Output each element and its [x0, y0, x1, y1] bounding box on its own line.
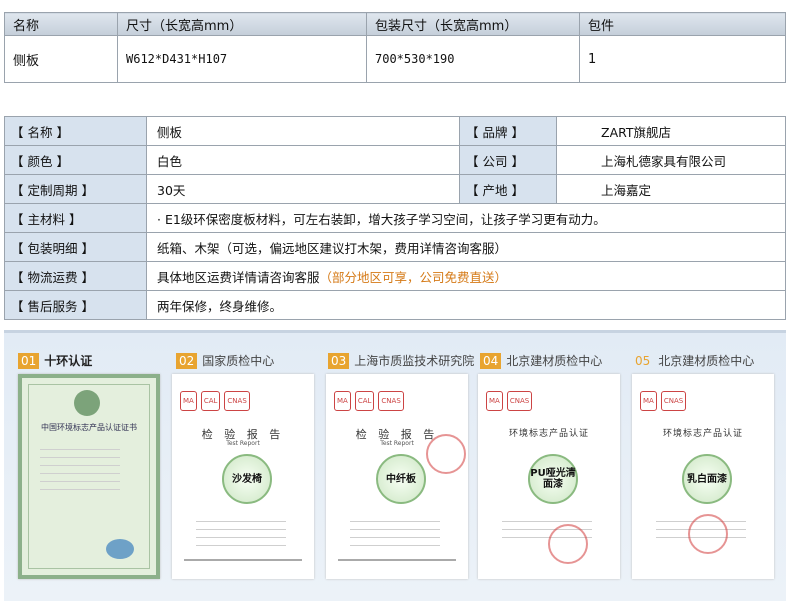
service-label: 【 售后服务 】 [4, 290, 147, 320]
report-subtitle: Test Report [226, 440, 260, 447]
cert-logos: MA CAL CNAS [180, 390, 306, 412]
cnas-logo-icon: CNAS [660, 391, 687, 411]
cycle-value: 30天 [146, 174, 460, 204]
stamp-icon [106, 539, 134, 559]
package-value: 纸箱、木架（可选，偏远地区建议打木架，费用详情咨询客服） [146, 232, 786, 262]
cert-title: 十环认证 [44, 354, 93, 368]
brand-label: 【 品牌 】 [459, 116, 557, 146]
cell-name: 侧板 [4, 35, 118, 83]
report-footer [338, 559, 456, 561]
report-text-lines [350, 514, 440, 553]
origin-value: 上海嘉定 [556, 174, 786, 204]
cert-logos: MA CNAS [486, 390, 612, 412]
name-label: 【 名称 】 [4, 116, 147, 146]
cert-heading-2: 02 国家质检中心 [176, 352, 274, 369]
cert-title: 北京建材质检中心 [506, 354, 603, 368]
cycle-label: 【 定制周期 】 [4, 174, 147, 204]
red-seal-icon [426, 434, 466, 474]
report-title: 环境标志产品认证 [662, 429, 743, 439]
cert-title: 上海市质监技术研究院 [354, 354, 475, 368]
green-certificate-image: 中国环境标志产品认证证书 [18, 374, 160, 579]
cert-title: 北京建材质检中心 [658, 354, 755, 368]
material-value: · E1级环保密度板材料，可左右装卸，增大孩子学习空间，让孩子学习更有动力。 [146, 203, 786, 233]
cert-heading-1: 01 十环认证 [18, 352, 92, 369]
cert-number: 05 [635, 353, 651, 368]
product-stamp: 沙发椅 [222, 454, 272, 504]
cert-title: 国家质检中心 [202, 354, 275, 368]
cma-logo-icon: MA [180, 391, 197, 411]
product-stamp: 乳白面漆 [682, 454, 732, 504]
shipping-cell: 具体地区运费详情请咨询客服（部分地区可享，公司免费直送） [146, 261, 786, 291]
red-seal-icon [688, 514, 728, 554]
test-report-image-2: MA CAL CNAS 检 验 报 告 Test Report 中纤板 [326, 374, 468, 579]
test-report-image-4: MA CNAS 环境标志产品认证 乳白面漆 [632, 374, 774, 579]
cal-logo-icon: CAL [200, 391, 221, 411]
cell-pieces: 1 [579, 35, 786, 83]
report-text-lines [196, 514, 286, 553]
report-footer [184, 559, 302, 561]
color-label: 【 颜色 】 [4, 145, 147, 175]
service-value: 两年保修，终身维修。 [146, 290, 786, 320]
cert-heading-3: 03 上海市质监技术研究院 [328, 352, 474, 369]
package-label: 【 包装明细 】 [4, 232, 147, 262]
cnas-logo-icon: CNAS [378, 391, 404, 411]
name-value: 侧板 [146, 116, 460, 146]
cell-size: W612*D431*H107 [117, 35, 367, 83]
header-size: 尺寸（长宽高mm） [117, 12, 367, 36]
header-package-size: 包装尺寸（长宽高mm） [366, 12, 580, 36]
cma-logo-icon: MA [334, 391, 351, 411]
color-value: 白色 [146, 145, 460, 175]
origin-label: 【 产地 】 [459, 174, 557, 204]
material-label: 【 主材料 】 [4, 203, 147, 233]
cnas-logo-icon: CNAS [224, 391, 250, 411]
cert-number: 04 [480, 352, 502, 369]
emblem-icon [74, 390, 100, 416]
cert-heading-4: 04 北京建材质检中心 [480, 352, 602, 369]
cert-number: 02 [176, 352, 198, 369]
product-stamp: 中纤板 [376, 454, 426, 504]
shipping-value: 具体地区运费详情请咨询客服 [157, 269, 320, 285]
test-report-image-3: MA CNAS 环境标志产品认证 PU哑光清面漆 [478, 374, 620, 579]
red-seal-icon [548, 524, 588, 564]
shipping-highlight: （部分地区可享，公司免费直送） [319, 269, 508, 285]
header-pieces: 包件 [579, 12, 786, 36]
cnas-logo-icon: CNAS [506, 391, 533, 411]
certificate-title: 中国环境标志产品认证证书 [41, 423, 137, 432]
cert-number: 03 [328, 352, 350, 369]
company-value: 上海札德家具有限公司 [556, 145, 786, 175]
certificate-text-lines [40, 442, 120, 497]
cal-logo-icon: CAL [354, 391, 375, 411]
cert-logos: MA CAL CNAS [334, 390, 460, 412]
cert-number: 01 [18, 352, 40, 369]
product-size-table: 名称 尺寸（长宽高mm） 包装尺寸（长宽高mm） 包件 侧板 W612*D431… [4, 12, 786, 83]
cma-logo-icon: MA [486, 391, 503, 411]
cert-heading-5: 05 北京建材质检中心 [632, 352, 754, 369]
header-name: 名称 [4, 12, 118, 36]
product-stamp: PU哑光清面漆 [528, 454, 578, 504]
spec-table: 【 名称 】 侧板 【 品牌 】 ZART旗舰店 【 颜色 】 白色 【 公司 … [4, 116, 786, 320]
shipping-label: 【 物流运费 】 [4, 261, 147, 291]
report-title: 环境标志产品认证 [508, 429, 589, 439]
cell-package-size: 700*530*190 [366, 35, 580, 83]
brand-value: ZART旗舰店 [556, 116, 786, 146]
test-report-image-1: MA CAL CNAS 检 验 报 告 Test Report 沙发椅 [172, 374, 314, 579]
cma-logo-icon: MA [640, 391, 657, 411]
company-label: 【 公司 】 [459, 145, 557, 175]
cert-logos: MA CNAS [640, 390, 766, 412]
